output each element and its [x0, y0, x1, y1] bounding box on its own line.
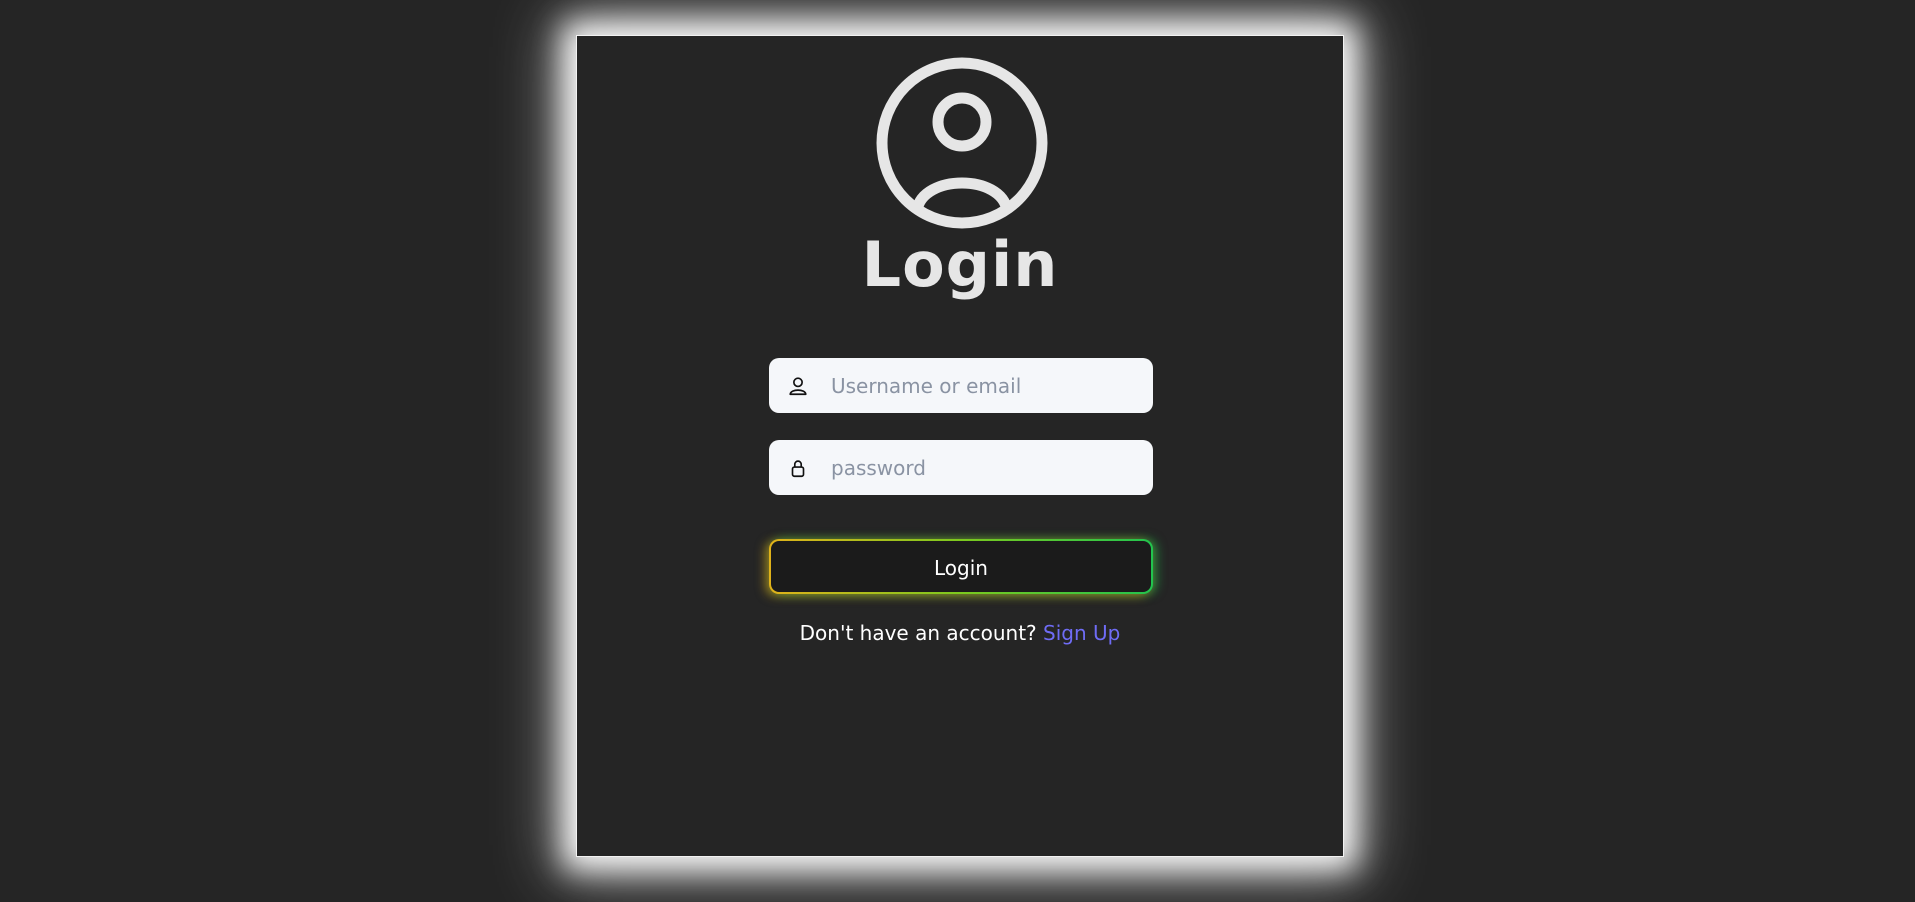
password-input[interactable] — [831, 440, 1141, 495]
username-input[interactable] — [831, 358, 1141, 413]
signup-prompt: Don't have an account? Sign Up — [577, 621, 1343, 645]
login-card: Login Login Don't have an account? Sign … — [576, 35, 1344, 857]
user-icon — [789, 376, 807, 395]
user-circle-icon — [876, 57, 1048, 229]
login-button[interactable]: Login — [769, 539, 1153, 594]
page-title: Login — [861, 228, 1059, 301]
password-field[interactable] — [769, 440, 1153, 495]
lock-icon — [791, 459, 805, 477]
signup-prompt-text: Don't have an account? — [799, 621, 1037, 645]
username-field[interactable] — [769, 358, 1153, 413]
signup-link[interactable]: Sign Up — [1043, 621, 1120, 645]
